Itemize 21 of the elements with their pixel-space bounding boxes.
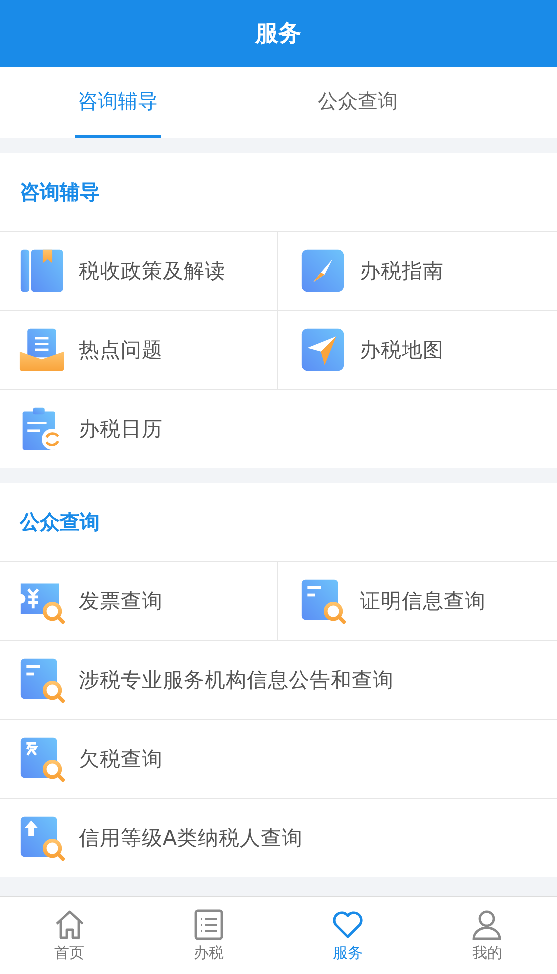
section-title: 公众查询 <box>20 508 100 536</box>
document-search-icon <box>300 578 346 624</box>
document-search-icon <box>19 736 65 782</box>
book-icon <box>19 248 65 294</box>
tab[interactable]: 咨询辅导 <box>0 67 238 138</box>
nav-item[interactable]: 我的 <box>418 897 557 974</box>
nav-item[interactable]: 首页 <box>0 897 140 974</box>
section-title: 咨询辅导 <box>20 178 100 206</box>
home-icon <box>54 908 86 940</box>
person-icon <box>471 908 504 940</box>
paper-plane-icon <box>300 327 346 373</box>
compass-icon <box>300 248 346 294</box>
upload-search-icon <box>19 815 65 861</box>
nav-item[interactable]: 办税 <box>139 897 278 974</box>
page-title: 服务 <box>256 20 302 49</box>
list-icon <box>192 908 225 940</box>
envelope-icon <box>19 327 65 373</box>
nav-item[interactable]: 服务 <box>278 897 418 974</box>
tab[interactable]: 公众查询 <box>238 67 478 138</box>
heart-icon <box>332 908 364 940</box>
document-search-icon <box>19 657 65 703</box>
